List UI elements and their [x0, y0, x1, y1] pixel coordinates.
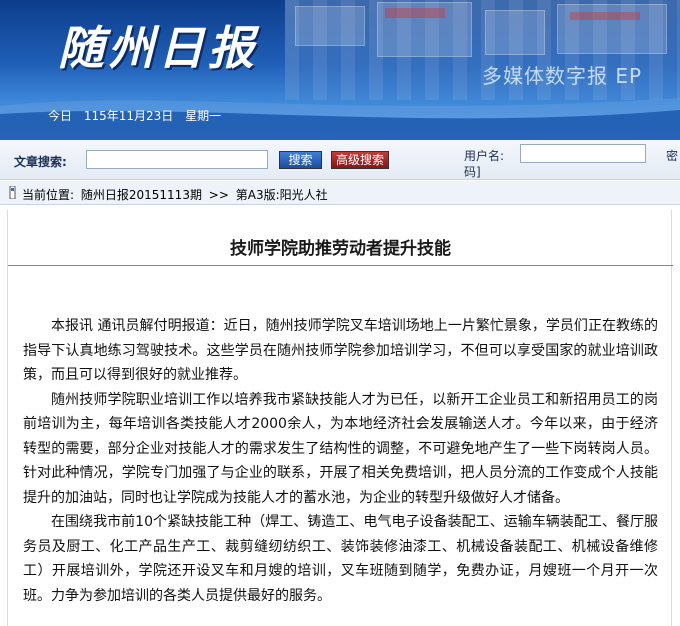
today-label: 今日 — [48, 109, 73, 123]
site-subtitle: 多媒体数字报 EP — [482, 64, 643, 88]
article-paragraph: 本报讯 通讯员解付明报道：近日，随州技师学院叉车培训场地上一片繁忙景象，学员们正… — [23, 318, 658, 383]
breadcrumb-separator: >> — [208, 188, 229, 202]
username-input[interactable] — [520, 144, 646, 163]
masthead-banner: 随州日报 多媒体数字报 EP 今日 115年11月23日 星期一 — [0, 0, 680, 140]
article-body: 本报讯 通讯员解付明报道：近日，随州技师学院叉车培训场地上一片繁忙景象，学员们正… — [23, 314, 658, 608]
date-row: 今日 115年11月23日 星期一 — [48, 107, 229, 124]
breadcrumb-text: 当前位置: 随州日报20151113期 >> 第A3版:阳光人社 — [22, 186, 331, 203]
location-marker-icon — [9, 186, 16, 199]
search-label: 文章搜索: — [14, 155, 67, 169]
search-button[interactable]: 搜索 — [279, 151, 322, 169]
weekday-label: 星期一 — [185, 109, 222, 123]
password-label-tail: 码] — [464, 165, 481, 179]
breadcrumb: 当前位置: 随州日报20151113期 >> 第A3版:阳光人社 — [0, 181, 680, 205]
article-paragraph: 在围绕我市前10个紧缺技能工种（焊工、铸造工、电气电子设备装配工、运输车辆装配工… — [23, 514, 658, 604]
password-label: 密 — [666, 149, 679, 163]
article-panel: 技师学院助推劳动者提升技能 本报讯 通讯员解付明报道：近日，随州技师学院叉车培训… — [7, 210, 673, 626]
site-logo[interactable]: 随州日报 — [58, 12, 258, 78]
search-input[interactable] — [86, 150, 268, 169]
breadcrumb-issue-link[interactable]: 随州日报20151113期 — [81, 188, 202, 202]
breadcrumb-page-link[interactable]: 第A3版:阳光人社 — [236, 188, 328, 202]
article-title: 技师学院助推劳动者提升技能 — [230, 239, 451, 259]
advanced-search-button[interactable]: 高级搜索 — [331, 151, 389, 169]
date-value: 115年11月23日 — [83, 109, 174, 123]
article-paragraph: 随州技师学院职业培训工作以培养我市紧缺技能人才为已任，以新开工企业员工和新招用员… — [23, 391, 658, 506]
breadcrumb-prefix: 当前位置: — [22, 188, 75, 202]
title-divider — [8, 265, 673, 266]
username-label: 用户名: — [464, 149, 505, 163]
